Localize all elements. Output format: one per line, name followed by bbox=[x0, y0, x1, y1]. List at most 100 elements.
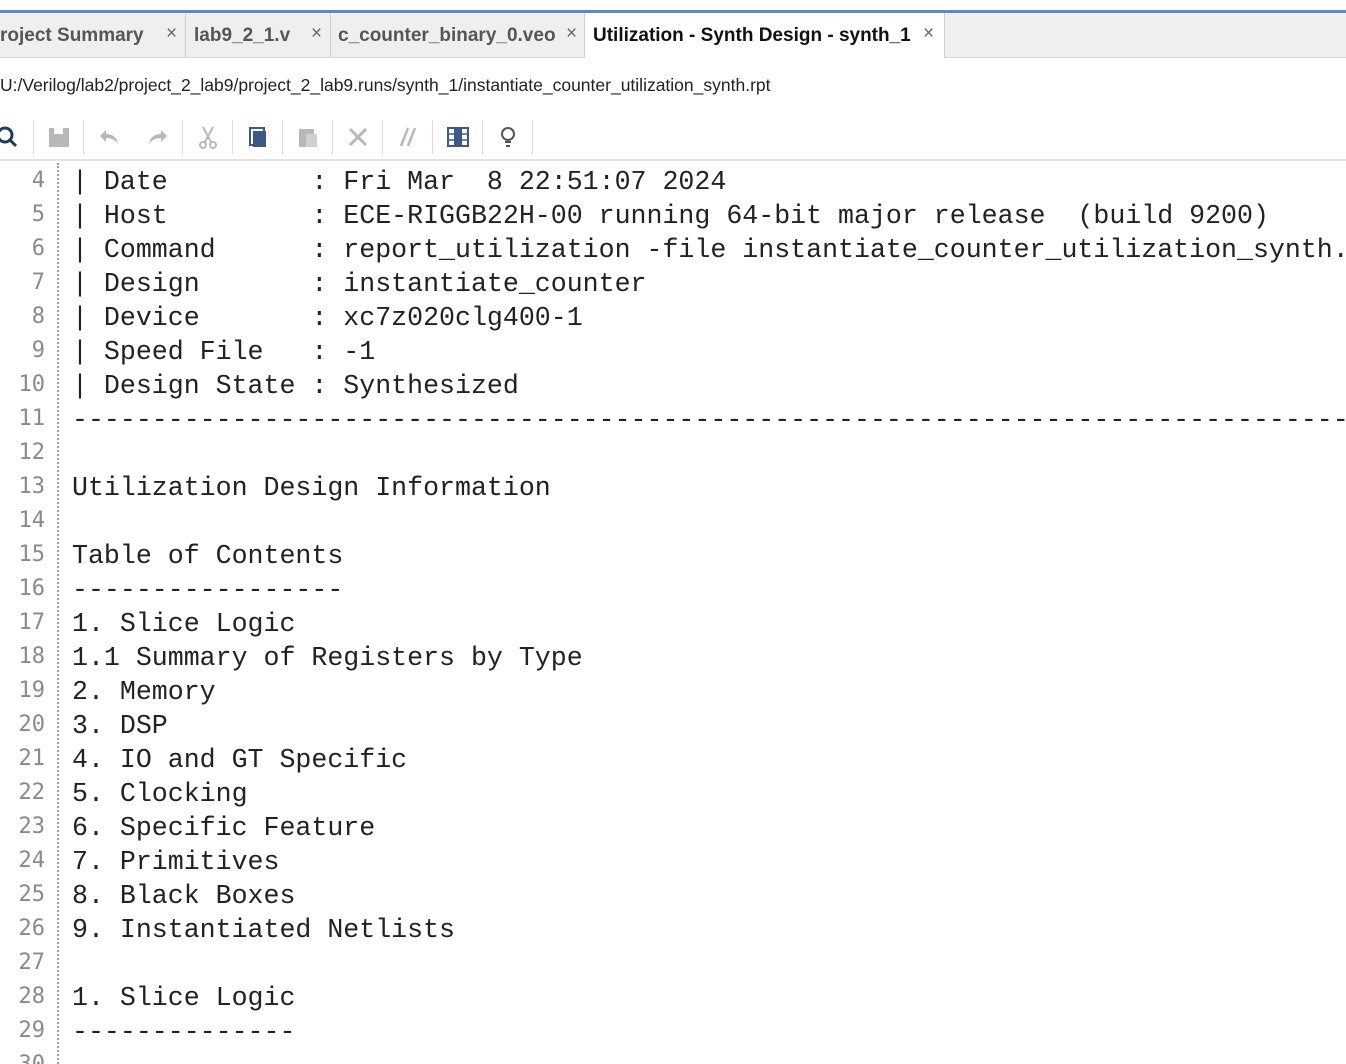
code-text: | Speed File : -1 bbox=[72, 337, 376, 367]
delete-icon[interactable] bbox=[343, 122, 373, 152]
redo-icon[interactable] bbox=[143, 122, 173, 152]
code-line[interactable]: 25 8. Black Boxes bbox=[0, 877, 1346, 911]
code-text: 1.1 Summary of Registers by Type bbox=[72, 643, 583, 673]
line-number: 30 bbox=[0, 1052, 46, 1064]
line-number: 28 bbox=[18, 984, 46, 1009]
line-number: 23 bbox=[18, 814, 46, 839]
line-number: 16 bbox=[18, 576, 46, 601]
code-text: | Design State : Synthesized bbox=[72, 371, 519, 401]
code-line[interactable]: 30 bbox=[0, 1047, 1346, 1064]
code-line[interactable]: 11 --------------------------------------… bbox=[0, 401, 1346, 435]
toolbar-separator bbox=[33, 120, 34, 154]
column-select-icon[interactable] bbox=[443, 122, 473, 152]
copy-icon[interactable] bbox=[243, 122, 273, 152]
line-number: 8 bbox=[31, 304, 45, 329]
undo-icon[interactable] bbox=[94, 122, 124, 152]
toolbar-separator bbox=[83, 120, 84, 154]
save-icon[interactable] bbox=[44, 122, 74, 152]
line-number: 29 bbox=[18, 1018, 46, 1043]
code-line[interactable]: 7 | Design : instantiate_counter bbox=[0, 265, 1346, 299]
code-text: 5. Clocking bbox=[72, 779, 248, 809]
tab-label: Utilization - Synth Design - synth_1 bbox=[593, 25, 911, 46]
code-line[interactable]: 9 | Speed File : -1 bbox=[0, 333, 1346, 367]
code-text: | Date : Fri Mar 8 22:51:07 2024 bbox=[72, 167, 727, 197]
close-icon[interactable]: × bbox=[923, 23, 934, 45]
code-line[interactable]: 24 7. Primitives bbox=[0, 843, 1346, 877]
code-text: | Host : ECE-RIGGB22H-00 running 64-bit … bbox=[72, 201, 1269, 231]
code-text: | Design : instantiate_counter bbox=[72, 269, 647, 299]
code-line[interactable]: 10 | Design State : Synthesized bbox=[0, 367, 1346, 401]
code-line[interactable]: 20 3. DSP bbox=[0, 707, 1346, 741]
code-line[interactable]: 12 bbox=[0, 435, 1346, 469]
line-number: 14 bbox=[18, 508, 46, 533]
code-line[interactable]: 14 bbox=[0, 503, 1346, 537]
code-line[interactable]: 13 Utilization Design Information bbox=[0, 469, 1346, 503]
code-text: | Device : xc7z020clg400-1 bbox=[72, 303, 583, 333]
code-line[interactable]: 4 | Date : Fri Mar 8 22:51:07 2024 bbox=[0, 163, 1346, 197]
code-line[interactable]: 16 ----------------- bbox=[0, 571, 1346, 605]
code-text: 9. Instantiated Netlists bbox=[72, 915, 456, 945]
code-line[interactable]: 18 1.1 Summary of Registers by Type bbox=[0, 639, 1346, 673]
code-text: 7. Primitives bbox=[72, 847, 280, 877]
cut-icon[interactable] bbox=[193, 122, 223, 152]
line-number: 10 bbox=[18, 372, 46, 397]
code-line[interactable]: 29 -------------- bbox=[0, 1013, 1346, 1047]
line-number: 27 bbox=[18, 950, 46, 975]
code-line[interactable]: 5 | Host : ECE-RIGGB22H-00 running 64-bit… bbox=[0, 197, 1346, 231]
code-text: 8. Black Boxes bbox=[72, 881, 296, 911]
line-number: 18 bbox=[18, 644, 46, 669]
toolbar-separator bbox=[432, 120, 433, 154]
code-line[interactable]: 15 Table of Contents bbox=[0, 537, 1346, 571]
code-line[interactable]: 28 1. Slice Logic bbox=[0, 979, 1346, 1013]
line-number: 7 bbox=[31, 270, 45, 295]
toolbar-separator bbox=[382, 120, 383, 154]
close-icon[interactable]: × bbox=[566, 23, 577, 45]
comment-icon[interactable] bbox=[393, 122, 423, 152]
line-number: 12 bbox=[18, 440, 46, 465]
toolbar-separator bbox=[532, 120, 533, 154]
paste-icon[interactable] bbox=[293, 122, 323, 152]
close-icon[interactable]: × bbox=[311, 23, 322, 45]
line-number: 25 bbox=[18, 882, 46, 907]
close-icon[interactable]: × bbox=[166, 23, 177, 45]
code-line[interactable]: 21 4. IO and GT Specific bbox=[0, 741, 1346, 775]
lightbulb-icon[interactable] bbox=[493, 122, 523, 152]
code-line[interactable]: 8 | Device : xc7z020clg400-1 bbox=[0, 299, 1346, 333]
code-text: 4. IO and GT Specific bbox=[72, 745, 408, 775]
code-line[interactable]: 27 bbox=[0, 945, 1346, 979]
tab-utilization-synth[interactable]: Utilization - Synth Design - synth_1 × bbox=[585, 13, 945, 58]
line-number: 19 bbox=[18, 678, 46, 703]
editor-toolbar bbox=[0, 118, 1346, 158]
code-line[interactable]: 19 2. Memory bbox=[0, 673, 1346, 707]
toolbar-separator bbox=[482, 120, 483, 154]
code-line[interactable]: 26 9. Instantiated Netlists bbox=[0, 911, 1346, 945]
code-line[interactable]: 6 | Command : report_utilization -file in… bbox=[0, 231, 1346, 265]
code-text: 3. DSP bbox=[72, 711, 168, 741]
line-number: 22 bbox=[18, 780, 46, 805]
toolbar-divider bbox=[0, 159, 1346, 161]
tab-label: lab9_2_1.v bbox=[194, 25, 291, 46]
toolbar-separator bbox=[182, 120, 183, 154]
code-text: Utilization Design Information bbox=[72, 473, 551, 503]
code-line[interactable]: 17 1. Slice Logic bbox=[0, 605, 1346, 639]
line-number: 4 bbox=[31, 168, 45, 193]
code-editor[interactable]: 4 | Date : Fri Mar 8 22:51:07 2024 5 | Host… bbox=[0, 163, 1346, 1064]
search-icon[interactable] bbox=[0, 122, 22, 152]
line-number: 11 bbox=[18, 406, 46, 431]
code-text: 6. Specific Feature bbox=[72, 813, 376, 843]
editor-tab-bar: roject Summary × lab9_2_1.v × c_counter_… bbox=[0, 13, 1346, 58]
code-line[interactable]: 22 5. Clocking bbox=[0, 775, 1346, 809]
code-line[interactable]: 23 6. Specific Feature bbox=[0, 809, 1346, 843]
line-number: 13 bbox=[18, 474, 46, 499]
toolbar-separator bbox=[332, 120, 333, 154]
tab-project-summary[interactable]: roject Summary × bbox=[0, 13, 186, 57]
code-text: 1. Slice Logic bbox=[72, 983, 296, 1013]
toolbar-separator bbox=[282, 120, 283, 154]
tab-label: roject Summary bbox=[0, 25, 144, 46]
tab-lab9-2-1-v[interactable]: lab9_2_1.v × bbox=[186, 13, 331, 57]
tab-c-counter-binary-veo[interactable]: c_counter_binary_0.veo × bbox=[331, 13, 585, 57]
line-number: 26 bbox=[18, 916, 46, 941]
code-text: ----------------- bbox=[72, 575, 344, 605]
toolbar-separator bbox=[232, 120, 233, 154]
line-number: 24 bbox=[18, 848, 46, 873]
